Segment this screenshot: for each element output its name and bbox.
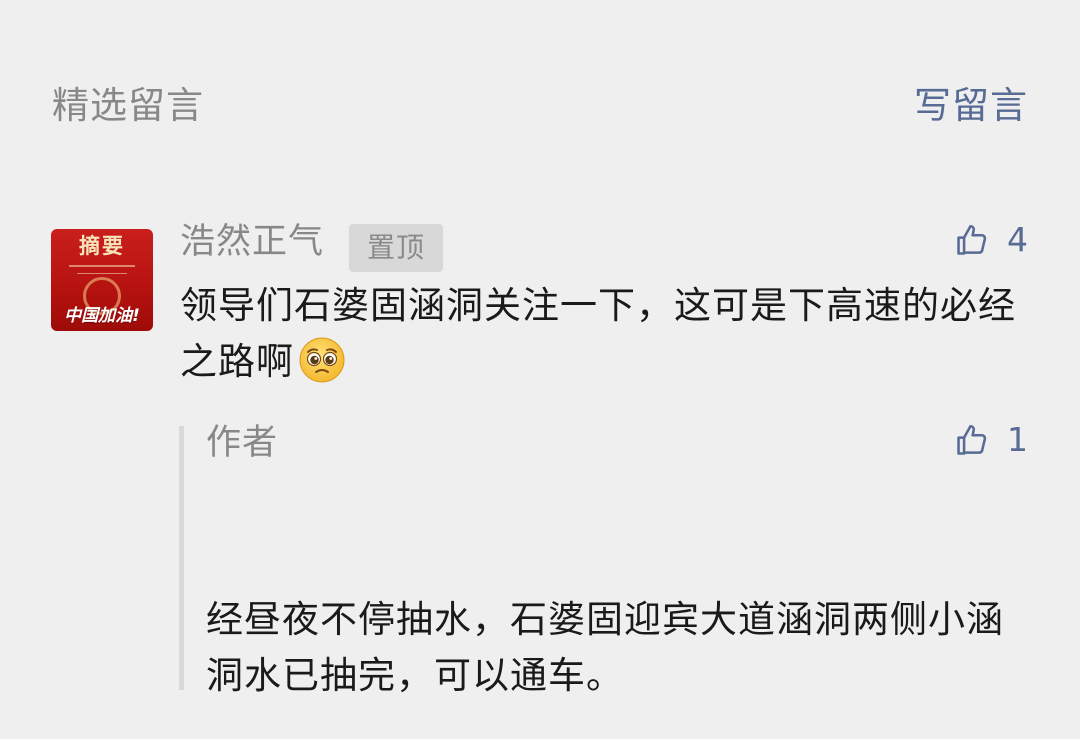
thumbs-up-icon <box>957 224 987 255</box>
comment-content: 领导们石婆固涵洞关注一下，这可是下高速的必经之路啊 <box>180 278 1030 400</box>
reply-author-label: 作者 <box>206 423 279 463</box>
reply-like-button[interactable]: 1 <box>953 420 1028 460</box>
commenter-nickname: 浩然正气 <box>180 222 325 262</box>
comment-like-count: 4 <box>1007 220 1028 259</box>
featured-comments-title: 精选留言 <box>52 84 204 127</box>
avatar-bottom-text: 中国加油! <box>64 306 140 326</box>
avatar-decor-line <box>69 265 135 267</box>
reply-divider-bar <box>179 426 184 690</box>
pleading-face-emoji-icon <box>298 336 346 400</box>
thumbs-up-icon <box>957 424 987 455</box>
reply-like-count: 1 <box>1007 420 1028 459</box>
avatar-decor-line-2 <box>77 273 127 274</box>
avatar-top-text: 摘要 <box>79 233 125 258</box>
avatar[interactable]: 摘要 中国加油! <box>51 229 153 331</box>
write-comment-link[interactable]: 写留言 <box>914 82 1028 130</box>
reply-content: 经昼夜不停抽水，石婆固迎宾大道涵洞两侧小涵洞水已抽完，可以通车。 <box>206 598 1004 697</box>
pinned-badge: 置顶 <box>349 224 443 272</box>
comment-like-button[interactable]: 4 <box>953 220 1028 260</box>
